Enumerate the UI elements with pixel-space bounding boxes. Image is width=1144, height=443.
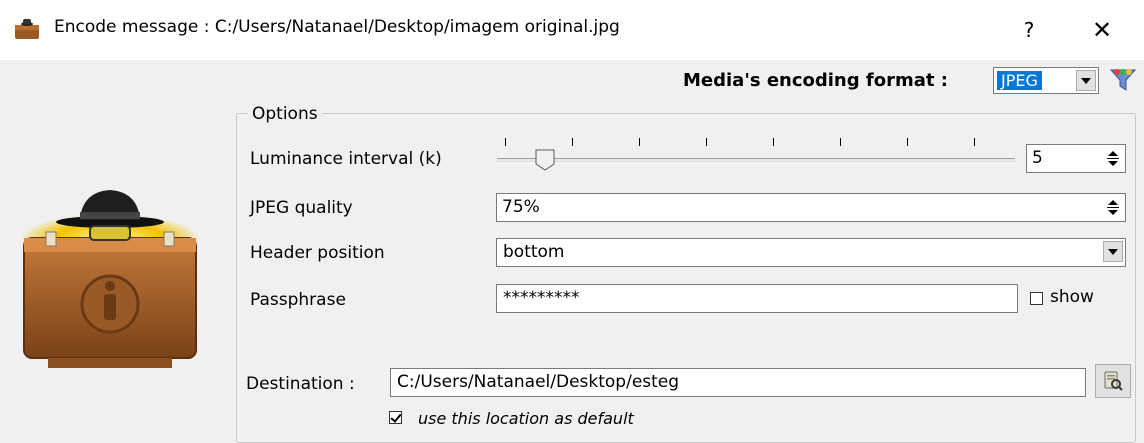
spin-arrows-icon[interactable] bbox=[1103, 196, 1123, 219]
header-position-select[interactable]: bottom bbox=[496, 238, 1126, 267]
luminance-slider[interactable] bbox=[497, 158, 1015, 164]
encoding-format-select[interactable]: JPEG bbox=[993, 67, 1099, 94]
browse-button[interactable] bbox=[1095, 364, 1131, 398]
destination-label: Destination : bbox=[246, 374, 355, 394]
options-legend: Options bbox=[248, 104, 322, 124]
jpeg-quality-label: JPEG quality bbox=[250, 198, 353, 218]
show-passphrase-checkbox[interactable] bbox=[1030, 292, 1043, 305]
show-label: show bbox=[1050, 287, 1094, 307]
luminance-value: 5 bbox=[1032, 148, 1043, 168]
encoding-format-value: JPEG bbox=[997, 71, 1042, 90]
jpeg-quality-value: 75% bbox=[502, 197, 540, 217]
header-position-value: bottom bbox=[503, 242, 565, 262]
briefcase-icon bbox=[15, 19, 39, 39]
spin-arrows-icon[interactable] bbox=[1103, 147, 1123, 170]
use-default-location-checkbox[interactable] bbox=[389, 411, 402, 424]
passphrase-input[interactable]: ********* bbox=[496, 284, 1018, 313]
passphrase-value: ********* bbox=[503, 288, 580, 308]
title-bar: Encode message : C:/Users/Natanael/Deskt… bbox=[0, 0, 1144, 60]
header-position-label: Header position bbox=[250, 243, 385, 263]
filter-icon[interactable] bbox=[1108, 66, 1138, 94]
checkmark-icon bbox=[390, 411, 402, 423]
close-button[interactable]: ✕ bbox=[1084, 12, 1120, 48]
destination-path-value: C:/Users/Natanael/Desktop/esteg bbox=[397, 372, 680, 392]
chevron-down-icon[interactable] bbox=[1103, 241, 1123, 262]
window-title: Encode message : C:/Users/Natanael/Deskt… bbox=[54, 17, 620, 37]
browse-folder-icon bbox=[1104, 371, 1123, 391]
use-default-location-label: use this location as default bbox=[418, 409, 634, 428]
luminance-label: Luminance interval (k) bbox=[250, 149, 442, 169]
luminance-spinbox[interactable]: 5 bbox=[1026, 144, 1126, 173]
destination-path-input[interactable]: C:/Users/Natanael/Desktop/esteg bbox=[390, 368, 1086, 397]
jpeg-quality-spinbox[interactable]: 75% bbox=[496, 193, 1126, 222]
passphrase-label: Passphrase bbox=[250, 290, 346, 310]
help-button[interactable]: ? bbox=[1014, 12, 1044, 48]
slider-thumb[interactable] bbox=[535, 149, 555, 171]
chevron-down-icon[interactable] bbox=[1076, 70, 1096, 91]
spy-briefcase-icon bbox=[20, 190, 200, 368]
encoding-format-label: Media's encoding format : bbox=[683, 70, 948, 91]
